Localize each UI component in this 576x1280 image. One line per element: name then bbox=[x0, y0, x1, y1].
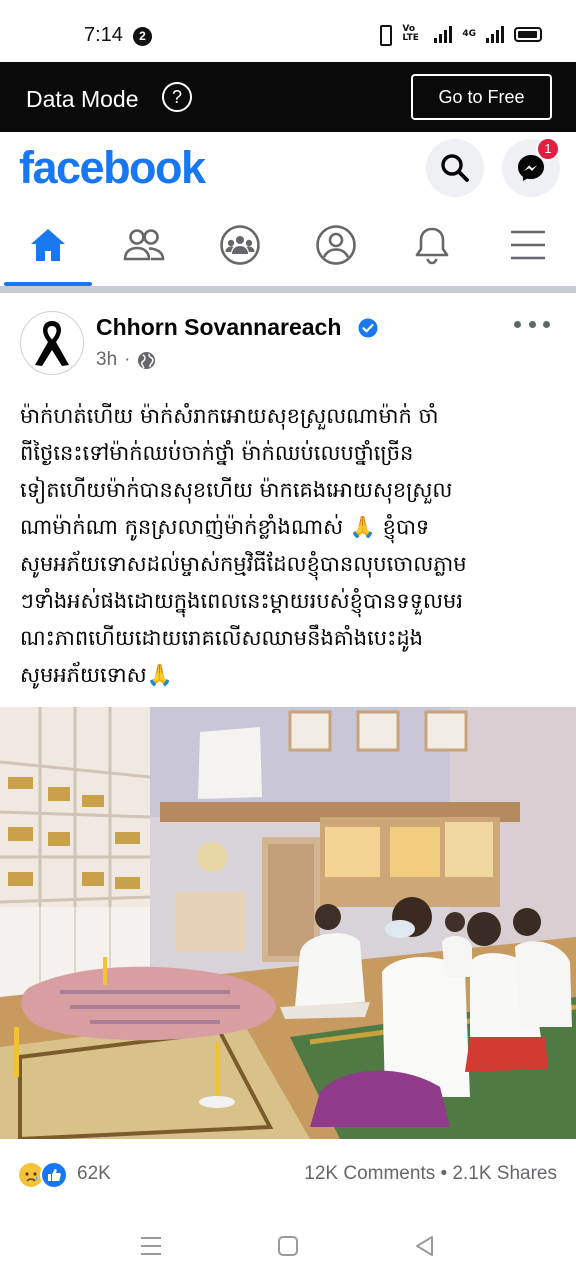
tab-friends[interactable] bbox=[96, 204, 192, 286]
friends-icon bbox=[123, 229, 165, 261]
profile-icon bbox=[316, 225, 356, 265]
search-icon bbox=[441, 154, 469, 182]
author-avatar[interactable] bbox=[20, 311, 84, 375]
thumbs-up-icon bbox=[48, 1169, 61, 1181]
go-to-free-button[interactable]: Go to Free bbox=[411, 74, 552, 120]
reaction-count[interactable]: 62K bbox=[77, 1163, 111, 1185]
post-photo[interactable] bbox=[0, 707, 576, 1139]
network-type-indicator: 4G bbox=[462, 28, 476, 39]
dot-separator: · bbox=[124, 349, 131, 370]
feed-separator bbox=[0, 286, 576, 293]
home-icon bbox=[31, 229, 65, 261]
post-photo-image bbox=[0, 707, 576, 1139]
messenger-badge: 1 bbox=[536, 137, 560, 161]
tab-home[interactable] bbox=[0, 204, 96, 286]
facebook-logo[interactable]: facebook bbox=[19, 142, 206, 194]
help-icon[interactable]: ? bbox=[162, 82, 192, 112]
home-square-icon bbox=[278, 1236, 298, 1256]
battery-icon bbox=[514, 26, 542, 42]
back-triangle-icon bbox=[416, 1236, 433, 1256]
tab-groups[interactable] bbox=[192, 204, 288, 286]
signal-icon-secondary bbox=[486, 25, 504, 43]
like-reaction-icon bbox=[40, 1161, 68, 1189]
messenger-button[interactable]: 1 bbox=[502, 137, 560, 197]
post-options-button[interactable] bbox=[514, 317, 550, 331]
volte-indicator: Vo LTE bbox=[402, 24, 419, 43]
tab-menu[interactable] bbox=[480, 204, 576, 286]
data-mode-banner: Data Mode ? Go to Free bbox=[0, 62, 576, 132]
signal-icon bbox=[434, 25, 453, 43]
more-dot-icon bbox=[514, 320, 521, 328]
recent-apps-icon bbox=[141, 1237, 161, 1255]
globe-icon bbox=[138, 351, 156, 369]
vibrate-icon bbox=[376, 24, 393, 46]
screen: 7:14 2 Vo LTE 4G Data Mode ? Go to Free … bbox=[0, 0, 576, 1280]
notification-count-badge: 2 bbox=[133, 27, 152, 46]
post-footer: 62K 12K Comments • 2.1K Shares bbox=[0, 1140, 576, 1212]
bell-icon bbox=[415, 227, 449, 265]
tab-profile[interactable] bbox=[288, 204, 384, 286]
system-navigation-bar bbox=[0, 1212, 576, 1280]
post-timestamp[interactable]: 3h bbox=[96, 349, 117, 371]
post-header: Chhorn Sovannareach 3h · bbox=[0, 293, 576, 391]
more-dot-icon bbox=[543, 320, 550, 328]
more-dot-icon bbox=[528, 320, 536, 328]
main-nav-tabs bbox=[0, 204, 576, 286]
status-bar: 7:14 2 Vo LTE 4G bbox=[0, 0, 576, 62]
status-time: 7:14 bbox=[84, 24, 123, 46]
post-meta: 3h · bbox=[96, 349, 156, 371]
status-icons: Vo LTE 4G bbox=[376, 24, 542, 46]
post-text: ម៉ាក់ហត់ហើយ ម៉ាក់សំរាកអោយសុខស្រួលណាម៉ាក់… bbox=[20, 404, 467, 687]
recent-apps-button[interactable] bbox=[137, 1232, 165, 1260]
search-button[interactable] bbox=[426, 139, 484, 197]
post-author-name[interactable]: Chhorn Sovannareach bbox=[96, 314, 341, 341]
comments-shares-count[interactable]: 12K Comments • 2.1K Shares bbox=[304, 1163, 557, 1185]
menu-icon bbox=[511, 230, 545, 260]
groups-icon bbox=[220, 225, 260, 265]
data-mode-label: Data Mode bbox=[26, 86, 139, 112]
verified-badge-icon bbox=[358, 318, 378, 338]
mourning-ribbon-icon bbox=[35, 321, 69, 366]
back-button[interactable] bbox=[410, 1232, 438, 1260]
app-header: facebook 1 bbox=[0, 132, 576, 204]
tab-notifications[interactable] bbox=[384, 204, 480, 286]
reaction-icons[interactable] bbox=[17, 1161, 75, 1191]
home-button[interactable] bbox=[274, 1232, 302, 1260]
